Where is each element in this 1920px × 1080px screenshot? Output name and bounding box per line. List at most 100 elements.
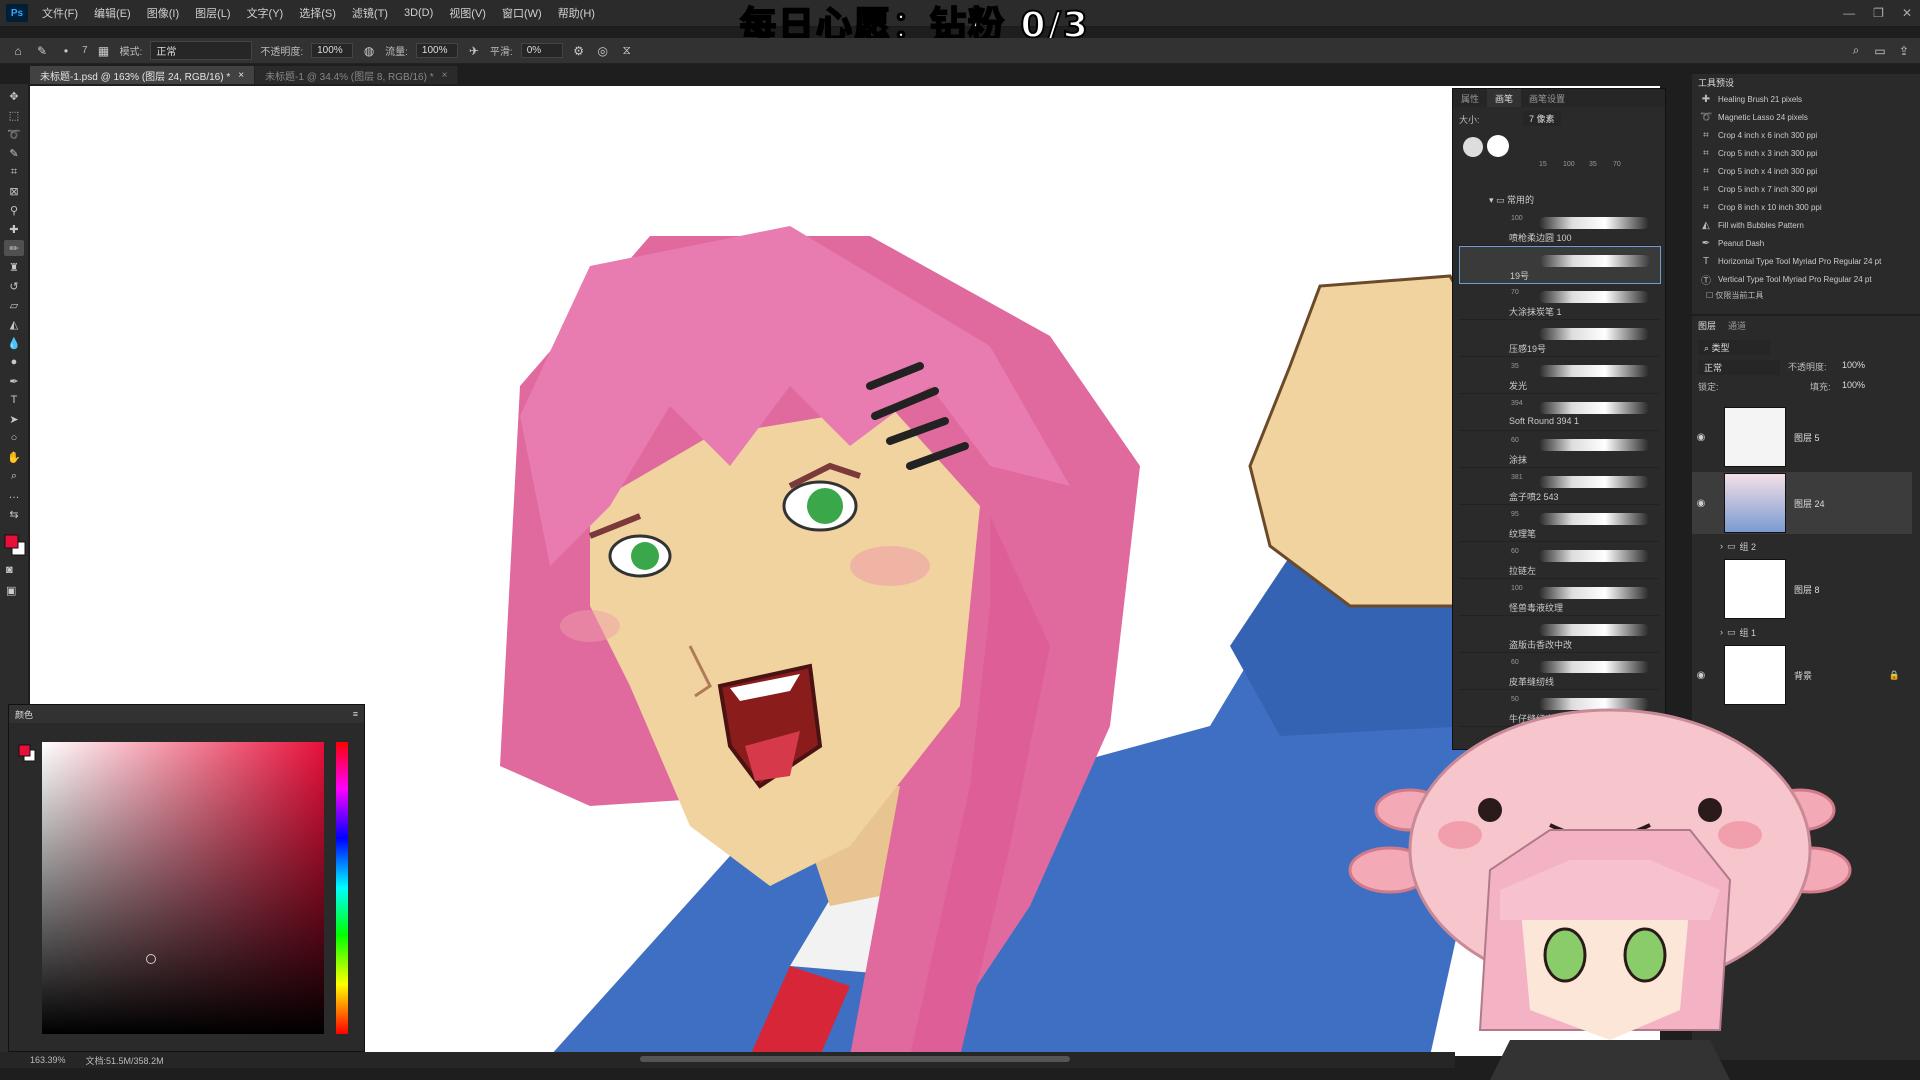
home-icon[interactable]: ⌂ — [10, 43, 26, 59]
brush-preset[interactable]: 95 纹理笔 — [1459, 505, 1659, 542]
flow-input[interactable]: 100% — [415, 43, 458, 58]
restore-icon[interactable]: ❐ — [1873, 6, 1884, 20]
eye-icon[interactable]: ◉ — [1692, 432, 1710, 443]
menu-file[interactable]: 文件(F) — [34, 5, 86, 21]
tool-preset-item[interactable]: ✚ Healing Brush 21 pixels — [1692, 90, 1920, 108]
menu-select[interactable]: 选择(S) — [291, 5, 344, 21]
tip-hard-icon[interactable] — [1487, 135, 1509, 157]
tool-preset-item[interactable]: ⌗ Crop 5 inch x 4 inch 300 ppi — [1692, 162, 1920, 180]
tab-channels[interactable]: 通道 — [1728, 319, 1746, 332]
more-tools-icon[interactable]: … — [4, 487, 24, 503]
color-panel-swatches[interactable] — [18, 744, 36, 762]
quick-select-tool-icon[interactable]: ✎ — [4, 145, 24, 161]
close-icon[interactable]: ✕ — [1902, 6, 1912, 20]
shape-tool-icon[interactable]: ○ — [4, 430, 24, 446]
tab-layers[interactable]: 图层 — [1698, 319, 1716, 332]
close-icon[interactable]: × — [238, 70, 244, 81]
brush-folder[interactable]: ▾ ▭ 常用的 — [1489, 193, 1534, 206]
color-picker-cursor[interactable] — [146, 954, 156, 964]
layer-row[interactable]: ◉ 图层 5 — [1692, 406, 1912, 468]
default-colors-icon[interactable]: ⇆ — [4, 506, 24, 522]
eye-icon[interactable]: ◉ — [1692, 670, 1710, 681]
brush-preset[interactable]: 19号 — [1459, 246, 1661, 284]
tool-preset-item[interactable]: ➰ Magnetic Lasso 24 pixels — [1692, 108, 1920, 126]
tool-preset-item[interactable]: ✒ Peanut Dash — [1692, 234, 1920, 252]
move-tool-icon[interactable]: ✥ — [4, 88, 24, 104]
menu-edit[interactable]: 编辑(E) — [86, 5, 139, 21]
menu-help[interactable]: 帮助(H) — [550, 5, 603, 21]
brush-preset[interactable]: 盗版击香改中改 — [1459, 616, 1659, 653]
tool-preset-item[interactable]: ⌗ Crop 5 inch x 3 inch 300 ppi — [1692, 144, 1920, 162]
current-tool-only[interactable]: ☐ 仅限当前工具 — [1692, 290, 1920, 301]
layer-opacity-input[interactable]: 100% — [1842, 360, 1865, 370]
screen-mode-icon[interactable]: ▣ — [6, 584, 16, 597]
chevron-right-icon[interactable]: › — [1720, 627, 1723, 637]
paint-bucket-tool-icon[interactable]: ◭ — [4, 316, 24, 332]
brush-preset[interactable]: 压感19号 — [1459, 320, 1659, 357]
workspace-icon[interactable]: ▭ — [1872, 43, 1888, 59]
brush-preset[interactable]: 381 盒子喷2 543 — [1459, 468, 1659, 505]
crop-tool-icon[interactable]: ⌗ — [4, 164, 24, 180]
frame-tool-icon[interactable]: ⊠ — [4, 183, 24, 199]
marquee-tool-icon[interactable]: ⬚ — [4, 107, 24, 123]
path-select-tool-icon[interactable]: ➤ — [4, 411, 24, 427]
healing-brush-tool-icon[interactable]: ✚ — [4, 221, 24, 237]
brush-preset[interactable]: 60 涂抹 — [1459, 431, 1659, 468]
brush-preset-picker[interactable]: • — [58, 43, 74, 59]
layer-group[interactable]: › ▭ 组 1 — [1692, 624, 1920, 640]
layer-group[interactable]: › ▭ 组 2 — [1692, 538, 1920, 554]
share-icon[interactable]: ⇪ — [1896, 43, 1912, 59]
mode-select[interactable]: 正常 — [150, 41, 253, 60]
menu-type[interactable]: 文字(Y) — [239, 5, 292, 21]
fill-input[interactable]: 100% — [1842, 380, 1865, 390]
horizontal-scrollbar[interactable] — [640, 1056, 1070, 1062]
menu-window[interactable]: 窗口(W) — [494, 5, 550, 21]
dodge-tool-icon[interactable]: ● — [4, 354, 24, 370]
tool-preset-item[interactable]: ⌗ Crop 5 inch x 7 inch 300 ppi — [1692, 180, 1920, 198]
layer-row[interactable]: 图层 8 — [1692, 558, 1912, 620]
checkbox[interactable]: ☐ — [1706, 291, 1715, 300]
gear-icon[interactable]: ⚙ — [571, 43, 587, 59]
minimize-icon[interactable]: — — [1843, 6, 1855, 20]
brush-settings-icon[interactable]: ▦ — [96, 43, 112, 59]
brush-tool-icon[interactable]: ✎ — [34, 43, 50, 59]
eyedropper-tool-icon[interactable]: ⚲ — [4, 202, 24, 218]
chevron-right-icon[interactable]: › — [1720, 541, 1723, 551]
tool-preset-item[interactable]: Ⓣ Vertical Type Tool Myriad Pro Regular 2… — [1692, 270, 1920, 288]
layer-filter-select[interactable]: ⌕ 类型 — [1698, 340, 1770, 355]
pen-tool-icon[interactable]: ✒ — [4, 373, 24, 389]
tab-brushes[interactable]: 画笔 — [1487, 89, 1522, 107]
eye-icon[interactable]: ◉ — [1692, 498, 1710, 509]
tip-soft-icon[interactable] — [1463, 137, 1483, 157]
opacity-input[interactable]: 100% — [311, 43, 354, 58]
brush-preset[interactable]: 100 喷枪柔边圆 100 — [1459, 209, 1659, 246]
brush-preset[interactable]: 35 发光 — [1459, 357, 1659, 394]
zoom-tool-icon[interactable]: ⌕ — [4, 468, 24, 484]
menu-image[interactable]: 图像(I) — [139, 5, 187, 21]
tab-brush-settings[interactable]: 画笔设置 — [1521, 89, 1573, 107]
pressure-size-icon[interactable]: ◎ — [595, 43, 611, 59]
lasso-tool-icon[interactable]: ➰ — [4, 126, 24, 142]
tool-preset-item[interactable]: ⌗ Crop 8 inch x 10 inch 300 ppi — [1692, 198, 1920, 216]
history-brush-tool-icon[interactable]: ↺ — [4, 278, 24, 294]
brush-preset[interactable]: 60 拉链左 — [1459, 542, 1659, 579]
size-input[interactable]: 7 像素 — [1523, 111, 1561, 126]
doc-tab-2[interactable]: 未标题-1 @ 34.4% (图层 8, RGB/16) * × — [255, 66, 459, 84]
type-tool-icon[interactable]: T — [4, 392, 24, 408]
menu-filter[interactable]: 滤镜(T) — [344, 5, 396, 21]
menu-layer[interactable]: 图层(L) — [187, 5, 238, 21]
quick-mask-icon[interactable]: ◙ — [6, 564, 13, 576]
panel-menu-icon[interactable]: ≡ — [353, 709, 358, 719]
tab-properties[interactable]: 属性 — [1453, 89, 1487, 107]
pressure-opacity-icon[interactable]: ◍ — [361, 43, 377, 59]
smoothing-input[interactable]: 0% — [520, 43, 563, 58]
brush-preset[interactable]: 100 怪兽毒液纹理 — [1459, 579, 1659, 616]
layer-row[interactable]: ◉ 背景 🔒 — [1692, 644, 1912, 706]
brush-tool-icon[interactable]: ✏ — [4, 240, 24, 256]
doc-tab-1[interactable]: 未标题-1.psd @ 163% (图层 24, RGB/16) * × — [30, 66, 256, 84]
layer-row-selected[interactable]: ◉ 图层 24 — [1692, 472, 1912, 534]
airbrush-icon[interactable]: ✈ — [466, 43, 482, 59]
tool-preset-item[interactable]: ⌗ Crop 4 inch x 6 inch 300 ppi — [1692, 126, 1920, 144]
brush-preset[interactable]: 60 皮革缝纫线 — [1459, 653, 1659, 690]
eraser-tool-icon[interactable]: ▱ — [4, 297, 24, 313]
